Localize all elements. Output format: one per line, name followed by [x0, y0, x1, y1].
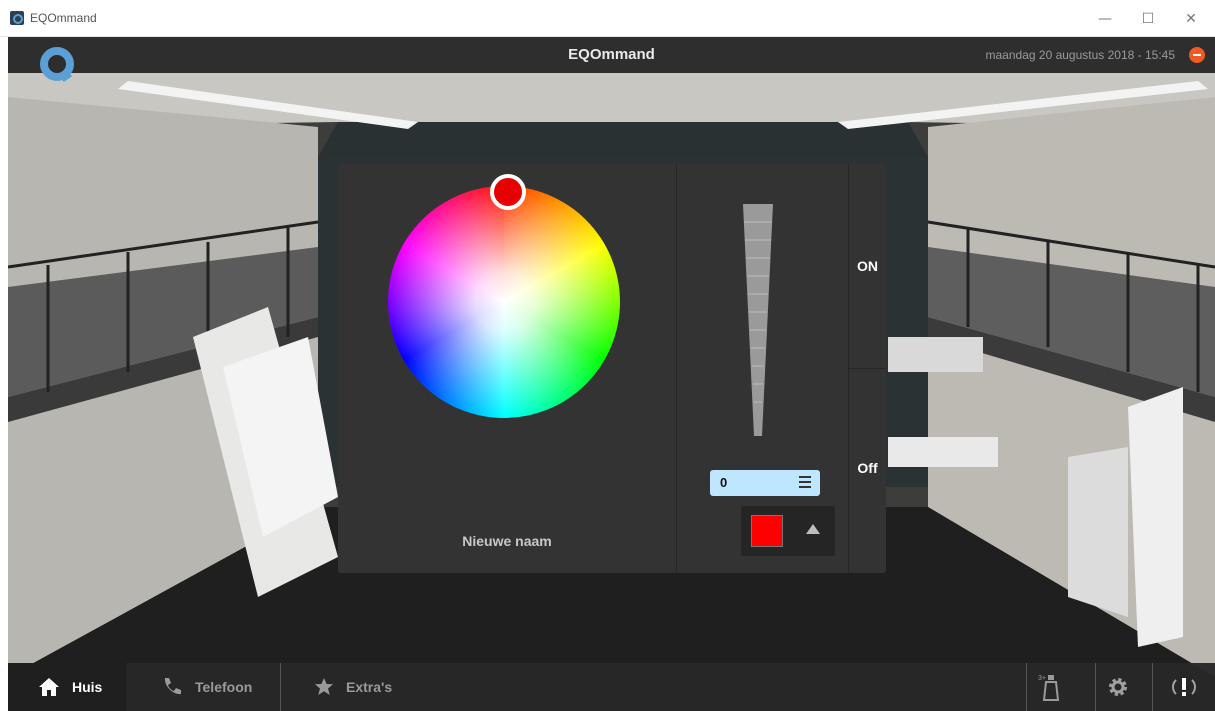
close-button[interactable]: ✕: [1176, 8, 1206, 30]
alarm-button[interactable]: [1152, 663, 1215, 711]
cleaning-button[interactable]: 3+: [1026, 663, 1071, 711]
alarm-icon: [1172, 678, 1196, 696]
window-titlebar: EQOmmand — ☐ ✕: [0, 0, 1215, 37]
panel-divider: [849, 368, 886, 369]
app-icon: [10, 11, 24, 25]
off-button[interactable]: Off: [849, 460, 886, 476]
settings-button[interactable]: [1095, 663, 1140, 711]
panel-divider: [676, 164, 677, 573]
gear-icon: [1109, 678, 1127, 696]
dimmer-value-field[interactable]: 0: [710, 470, 820, 496]
tab-label: Telefoon: [195, 679, 253, 695]
cleaning-spray-icon: 3+: [1038, 675, 1060, 701]
tab-huis[interactable]: Huis: [8, 663, 126, 711]
star-icon: [315, 678, 333, 695]
light-control-panel: Nieuwe naam 0 ON Off: [338, 164, 886, 573]
dimmer-value: 0: [720, 475, 728, 490]
triangle-up-icon[interactable]: [806, 524, 820, 534]
color-wheel[interactable]: [388, 186, 620, 418]
tab-telefoon[interactable]: Telefoon: [126, 663, 281, 711]
badge: 3+: [1038, 675, 1046, 682]
on-button[interactable]: ON: [849, 258, 886, 274]
alert-indicator-icon[interactable]: [1189, 47, 1205, 63]
device-name-label[interactable]: Nieuwe naam: [338, 533, 676, 549]
home-icon: [39, 678, 59, 696]
selected-color-swatch[interactable]: [751, 515, 783, 547]
dimmer-slider[interactable]: [743, 204, 773, 436]
window-title: EQOmmand: [30, 11, 97, 25]
tab-extras[interactable]: Extra's: [281, 663, 441, 711]
tab-label: Extra's: [346, 679, 393, 695]
menu-icon[interactable]: [799, 476, 811, 489]
tab-label: Huis: [72, 679, 103, 695]
date-time: maandag 20 augustus 2018 - 15:45: [985, 48, 1175, 62]
minimize-button[interactable]: —: [1090, 8, 1120, 30]
maximize-button[interactable]: ☐: [1133, 8, 1163, 30]
app-area: EQOmmand maandag 20 augustus 2018 - 15:4…: [8, 37, 1215, 711]
color-wheel-handle[interactable]: [490, 174, 526, 210]
color-preset-box: [741, 506, 835, 556]
bottom-navigation: Huis Telefoon Extra's 3+: [8, 663, 1215, 711]
app-header: EQOmmand maandag 20 augustus 2018 - 15:4…: [8, 37, 1215, 82]
phone-icon: [164, 678, 181, 695]
